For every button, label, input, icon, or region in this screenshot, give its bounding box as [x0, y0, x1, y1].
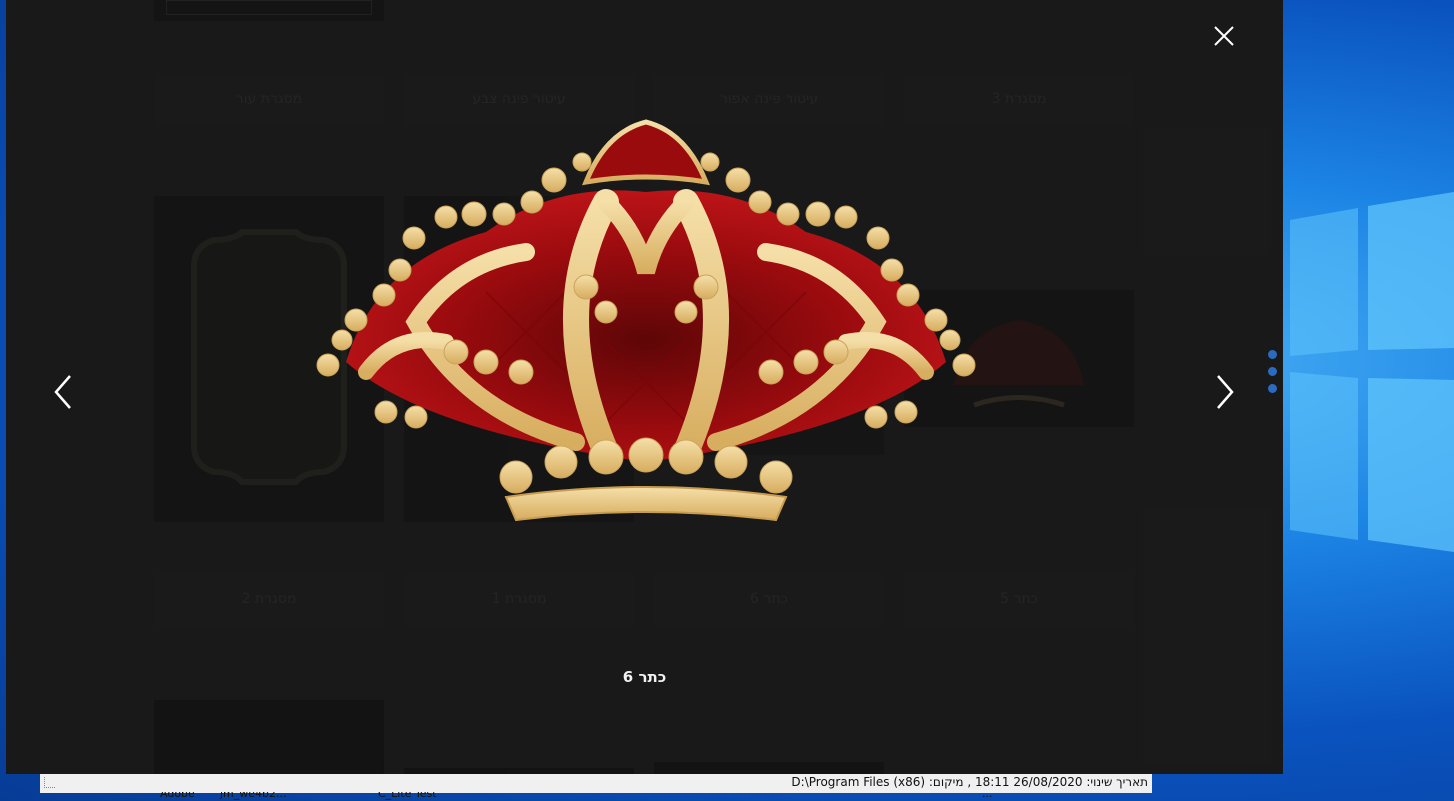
- taskbar-peek: Adobe jm_we4b2... C_Lite Test ...: [160, 792, 1060, 801]
- more-options-icon[interactable]: [1266, 350, 1280, 398]
- previous-image-button[interactable]: [42, 362, 86, 422]
- image-lightbox: מסגרת עור עיטור פינה צבע עיטור פינה אפור…: [6, 0, 1283, 774]
- chevron-left-icon: [54, 375, 71, 409]
- close-button[interactable]: [1206, 18, 1242, 54]
- close-icon: [1214, 26, 1234, 46]
- taskbar-item[interactable]: jm_we4b2...: [220, 792, 287, 800]
- windows-logo-icon: [1290, 192, 1454, 552]
- image-caption: כתר 6: [622, 668, 667, 686]
- explorer-status-bar: תאריך שינוי: 26/08/2020 18:11 , מיקום: D…: [40, 772, 1152, 793]
- taskbar-item[interactable]: C_Lite Test: [378, 792, 437, 800]
- taskbar-item[interactable]: ...: [982, 792, 993, 800]
- chevron-right-icon: [1217, 375, 1234, 409]
- crown-image: [316, 119, 976, 522]
- taskbar-item[interactable]: Adobe: [160, 792, 195, 800]
- resize-grip-icon[interactable]: [44, 777, 55, 788]
- status-text: תאריך שינוי: 26/08/2020 18:11 , מיקום: D…: [791, 775, 1148, 789]
- next-image-button[interactable]: [1202, 362, 1246, 422]
